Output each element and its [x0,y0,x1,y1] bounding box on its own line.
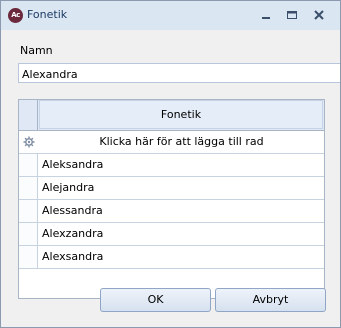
table-row[interactable]: Alexzandra [19,223,324,246]
close-icon [314,10,324,20]
grid-header: Fonetik [19,100,324,131]
table-row[interactable]: Alexsandra [19,246,324,269]
row-selector[interactable] [19,154,38,176]
dialog-content: Namn Fonetik Klicka här för att lägga ti… [1,30,340,327]
phonetic-grid: Fonetik Klicka här för att lägga till ra… [18,99,325,299]
gear-icon [23,136,35,148]
maximize-icon [287,11,297,19]
row-selector[interactable] [19,223,38,245]
row-selector[interactable] [19,246,38,268]
ok-button[interactable]: OK [100,288,211,312]
table-row[interactable]: Aleksandra [19,154,324,177]
add-row[interactable]: Klicka här för att lägga till rad [19,131,324,154]
row-selector[interactable] [19,200,38,222]
maximize-button[interactable] [281,6,303,24]
title-bar[interactable]: Ac Fonetik [1,1,340,30]
column-header-fonetik[interactable]: Fonetik [39,100,323,129]
row-cell[interactable]: Alexzandra [42,227,103,240]
app-logo-icon: Ac [8,8,23,23]
table-row[interactable]: Alejandra [19,177,324,200]
row-selector[interactable] [19,177,38,199]
table-row[interactable]: Alessandra [19,200,324,223]
cancel-button[interactable]: Avbryt [215,288,326,312]
name-label: Namn [20,44,53,57]
row-cell[interactable]: Alessandra [42,204,103,217]
add-row-text: Klicka här för att lägga till rad [99,135,264,148]
row-cell[interactable]: Alexsandra [42,250,103,263]
minimize-button[interactable] [255,6,277,24]
dialog-window: Ac Fonetik Namn Fonetik [0,0,341,328]
name-input[interactable] [18,63,340,83]
close-button[interactable] [308,6,330,24]
row-cell[interactable]: Alejandra [42,181,94,194]
minimize-icon [262,17,270,19]
row-cell[interactable]: Aleksandra [42,158,103,171]
window-title: Fonetik [27,8,68,21]
grid-corner[interactable] [19,100,38,130]
